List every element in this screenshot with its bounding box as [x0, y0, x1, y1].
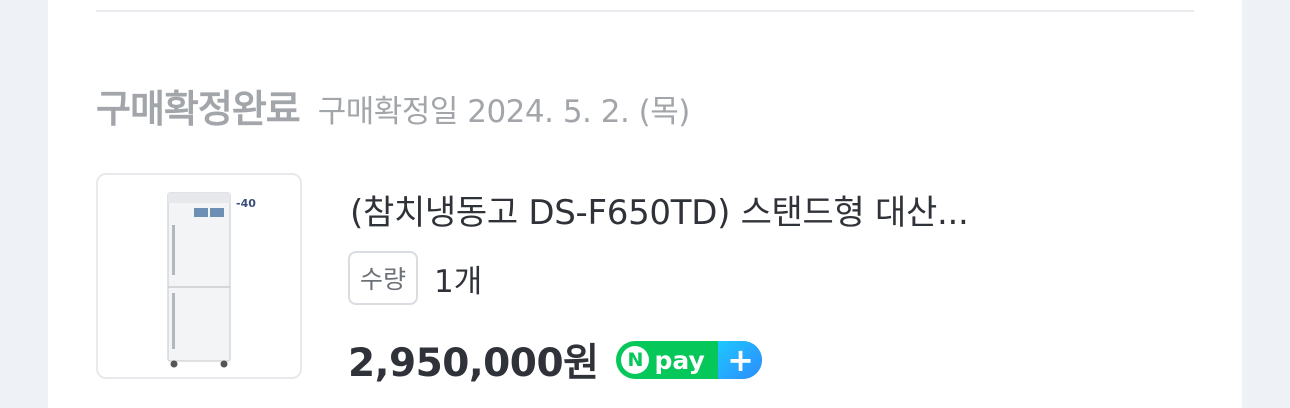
order-status-row: 구매확정완료 구매확정일 2024. 5. 2. (목): [96, 78, 691, 131]
npay-plus-badge: N pay +: [616, 341, 763, 379]
thumbnail-label: -40: [236, 197, 256, 210]
plus-icon: +: [718, 341, 763, 379]
freezer-image: -40: [167, 192, 256, 368]
product-price: 2,950,000원: [348, 341, 599, 386]
product-thumbnail[interactable]: -40: [96, 173, 302, 379]
npay-text: pay: [654, 345, 705, 375]
order-status-title: 구매확정완료: [96, 87, 301, 131]
price-row: 2,950,000원 N pay +: [348, 332, 763, 388]
quantity-label-badge: 수량: [348, 251, 419, 305]
product-name[interactable]: (참치냉동고 DS-F650TD) 스탠드형 대산...: [350, 185, 1170, 234]
quantity-value: 1개: [434, 263, 483, 300]
divider: [96, 10, 1194, 12]
order-confirm-date: 구매확정일 2024. 5. 2. (목): [317, 94, 691, 130]
quantity-row: 수량 1개: [348, 251, 482, 305]
npay-n-icon: N: [621, 346, 650, 374]
